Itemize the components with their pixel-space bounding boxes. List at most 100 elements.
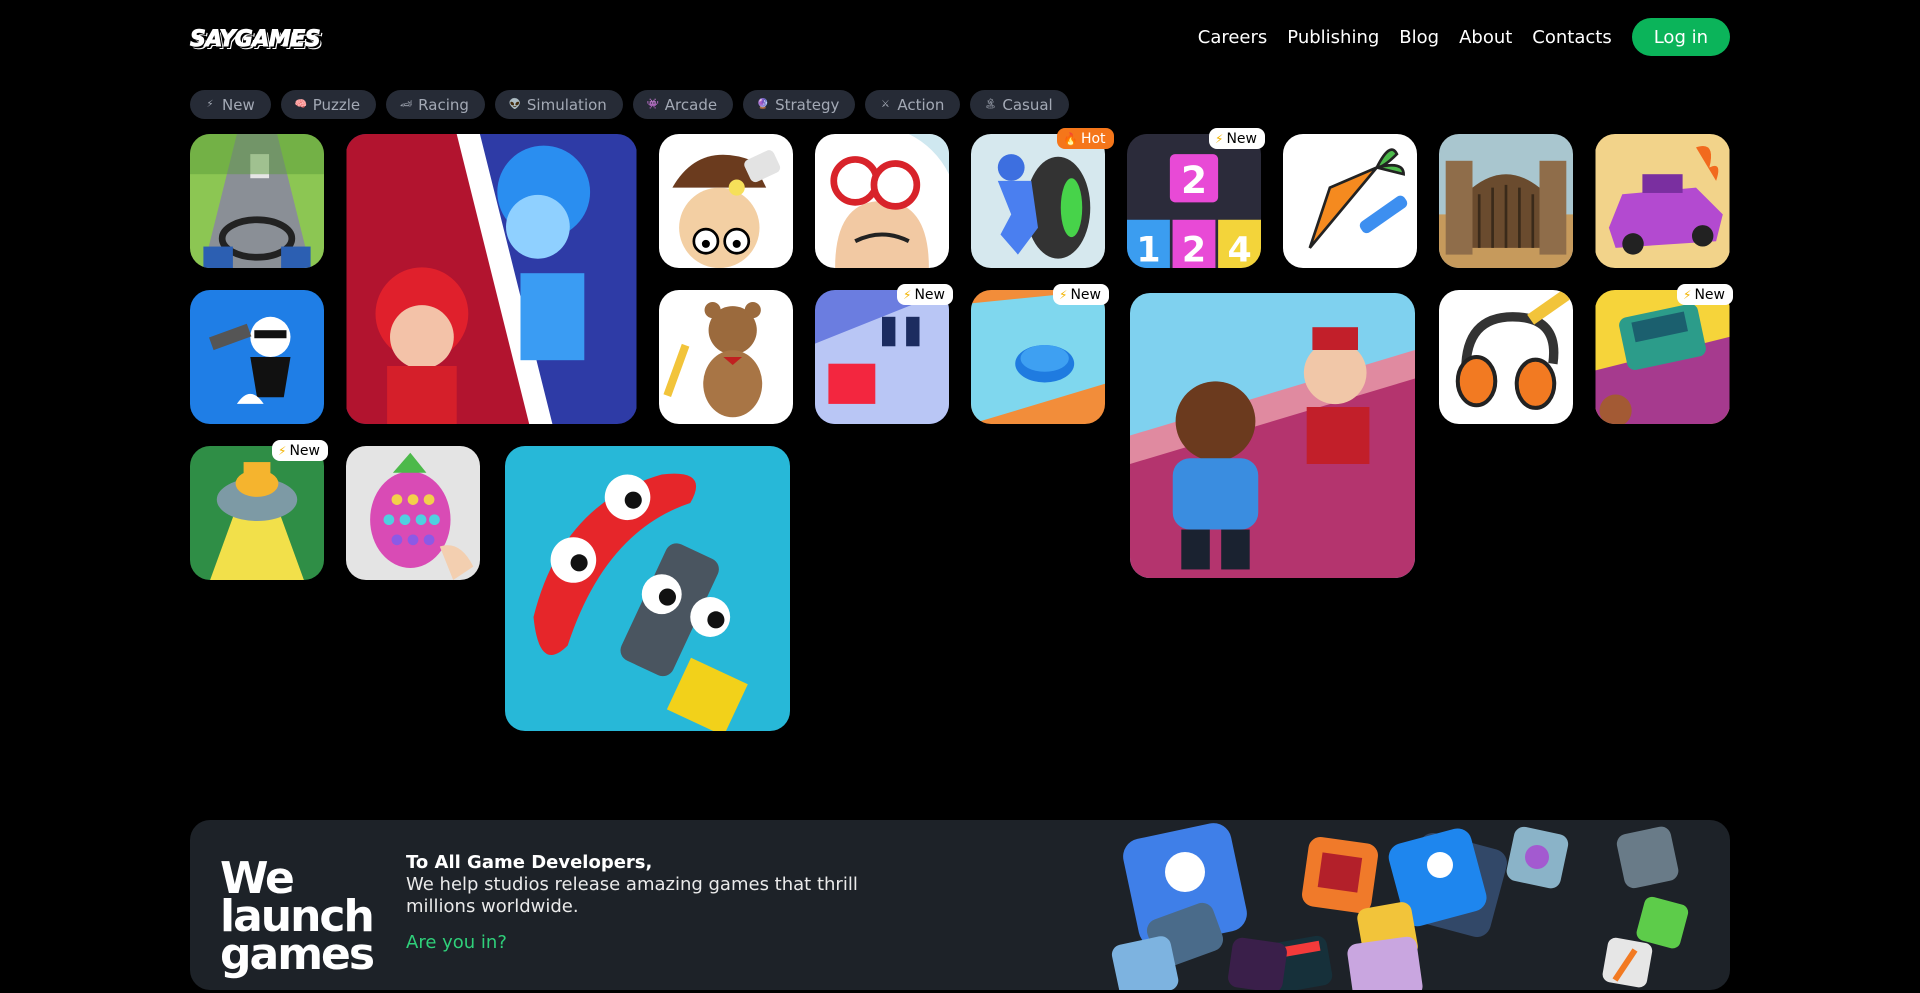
genre-filters: ⚡ New 🧠 Puzzle 🏎 Racing 👽 Simulation 👾 Arcade… xyxy=(190,90,1069,119)
island-icon: 🏝 xyxy=(984,99,997,110)
game-tile-color-carrot[interactable] xyxy=(1283,134,1417,268)
badge-label: New xyxy=(1694,286,1725,303)
filter-strategy[interactable]: 🔮 Strategy xyxy=(743,90,856,119)
nav-blog[interactable]: Blog xyxy=(1399,27,1439,48)
game-art xyxy=(659,290,793,424)
game-art xyxy=(346,134,637,424)
svg-text:4: 4 xyxy=(1227,230,1251,268)
filter-label: Action xyxy=(897,95,945,114)
game-art xyxy=(190,134,324,268)
game-tile-air-hockey[interactable] xyxy=(971,290,1105,424)
filter-label: Casual xyxy=(1002,95,1053,114)
game-tile-find-difference[interactable] xyxy=(815,134,949,268)
lightning-icon: ⚡ xyxy=(1215,131,1224,146)
game-art xyxy=(1283,134,1417,268)
filter-label: Strategy xyxy=(775,95,840,114)
filter-label: Arcade xyxy=(664,95,718,114)
filter-action[interactable]: ⚔ Action xyxy=(865,90,961,119)
filter-racing[interactable]: 🏎 Racing xyxy=(386,90,485,119)
filter-puzzle[interactable]: 🧠 Puzzle xyxy=(280,90,377,119)
game-tile-truck-driving[interactable] xyxy=(190,134,324,268)
badge-label: Hot xyxy=(1080,130,1106,147)
svg-text:2: 2 xyxy=(1181,158,1207,202)
lightning-icon: ⚡ xyxy=(903,287,912,302)
filter-label: Simulation xyxy=(526,95,607,114)
game-art xyxy=(1595,290,1730,424)
main-nav: Careers Publishing Blog About Contacts L… xyxy=(1198,18,1730,56)
filter-simulation[interactable]: 👽 Simulation xyxy=(494,90,623,119)
game-art xyxy=(1595,134,1730,268)
crystal-ball-icon: 🔮 xyxy=(756,99,770,110)
game-tile-red-blue-shooters[interactable] xyxy=(346,134,637,424)
pitch-body: We help studios release amazing games th… xyxy=(406,874,858,917)
badge-label: New xyxy=(1226,130,1257,147)
login-button[interactable]: Log in xyxy=(1631,18,1730,56)
game-art xyxy=(346,446,480,580)
game-art xyxy=(1439,134,1573,268)
racecar-icon: 🏎 xyxy=(399,99,413,110)
are-you-in-link[interactable]: Are you in? xyxy=(406,932,507,953)
new-badge: ⚡ New xyxy=(1209,128,1265,149)
filter-new[interactable]: ⚡ New xyxy=(190,90,271,119)
new-badge: ⚡ New xyxy=(1677,284,1733,305)
game-tile-sausage-fork[interactable] xyxy=(505,446,790,731)
game-tile-purple-car[interactable] xyxy=(1595,134,1730,268)
game-tile-zoo-gate[interactable] xyxy=(1439,134,1573,268)
arcade-icon: 👾 xyxy=(646,99,660,110)
svg-text:2: 2 xyxy=(1182,230,1206,268)
game-art xyxy=(505,446,790,731)
swords-icon: ⚔ xyxy=(880,99,890,110)
lightning-icon: ⚡ xyxy=(206,99,214,110)
game-tile-train-road[interactable] xyxy=(1595,290,1730,424)
nav-careers[interactable]: Careers xyxy=(1198,27,1268,48)
headline-line: games xyxy=(220,929,375,980)
badge-label: New xyxy=(1070,286,1101,303)
lightning-icon: ⚡ xyxy=(278,443,287,458)
filter-label: New xyxy=(222,95,255,114)
game-art xyxy=(190,290,324,424)
game-art xyxy=(971,290,1105,424)
filter-arcade[interactable]: 👾 Arcade xyxy=(632,90,734,119)
nav-contacts[interactable]: Contacts xyxy=(1532,27,1611,48)
pitch-heading: To All Game Developers, xyxy=(406,852,653,873)
lightning-icon: ⚡ xyxy=(1059,287,1068,302)
game-tile-teddy-draw[interactable] xyxy=(659,290,793,424)
game-art xyxy=(1439,290,1573,424)
game-art: 21 2 4 xyxy=(1127,134,1261,268)
nav-about[interactable]: About xyxy=(1459,27,1512,48)
svg-text:1: 1 xyxy=(1136,230,1160,268)
game-tile-brain-erase[interactable] xyxy=(659,134,793,268)
flame-icon: 🔥 xyxy=(1063,131,1078,146)
game-art xyxy=(971,134,1105,268)
new-badge: ⚡ New xyxy=(1053,284,1109,305)
game-tile-headphones-draw[interactable] xyxy=(1439,290,1573,424)
game-icons-collage xyxy=(1111,823,1689,990)
filter-casual[interactable]: 🏝 Casual xyxy=(970,90,1069,119)
filter-label: Racing xyxy=(418,95,469,114)
game-tile-cube-runner[interactable] xyxy=(815,290,949,424)
game-tile-agent-shooter[interactable] xyxy=(190,290,324,424)
lightning-icon: ⚡ xyxy=(1683,287,1692,302)
badge-label: New xyxy=(914,286,945,303)
game-art xyxy=(815,134,949,268)
publishing-banner: We launch games To All Game Developers, … xyxy=(190,820,1730,990)
game-tile-hotel-manager[interactable] xyxy=(1130,293,1415,578)
game-art xyxy=(190,446,324,580)
nav-publishing[interactable]: Publishing xyxy=(1287,27,1379,48)
saygames-logo[interactable]: SAYGAMES xyxy=(189,26,321,52)
game-art xyxy=(1130,293,1415,578)
game-tile-tire-runner[interactable] xyxy=(971,134,1105,268)
brain-icon: 🧠 xyxy=(294,99,307,110)
game-art xyxy=(659,134,793,268)
hot-badge: 🔥 Hot xyxy=(1057,128,1114,149)
new-badge: ⚡ New xyxy=(272,440,328,461)
alien-icon: 👽 xyxy=(508,99,522,110)
game-tile-merge-numbers[interactable]: 2124 xyxy=(1127,134,1261,268)
filter-label: Puzzle xyxy=(312,95,361,114)
game-tile-pop-it[interactable] xyxy=(346,446,480,580)
badge-label: New xyxy=(289,442,320,459)
game-tile-screw-tower[interactable] xyxy=(190,446,324,580)
banner-pitch: To All Game Developers, We help studios … xyxy=(406,852,926,953)
game-art xyxy=(815,290,949,424)
logo-text: SAYGAMES xyxy=(189,26,321,52)
